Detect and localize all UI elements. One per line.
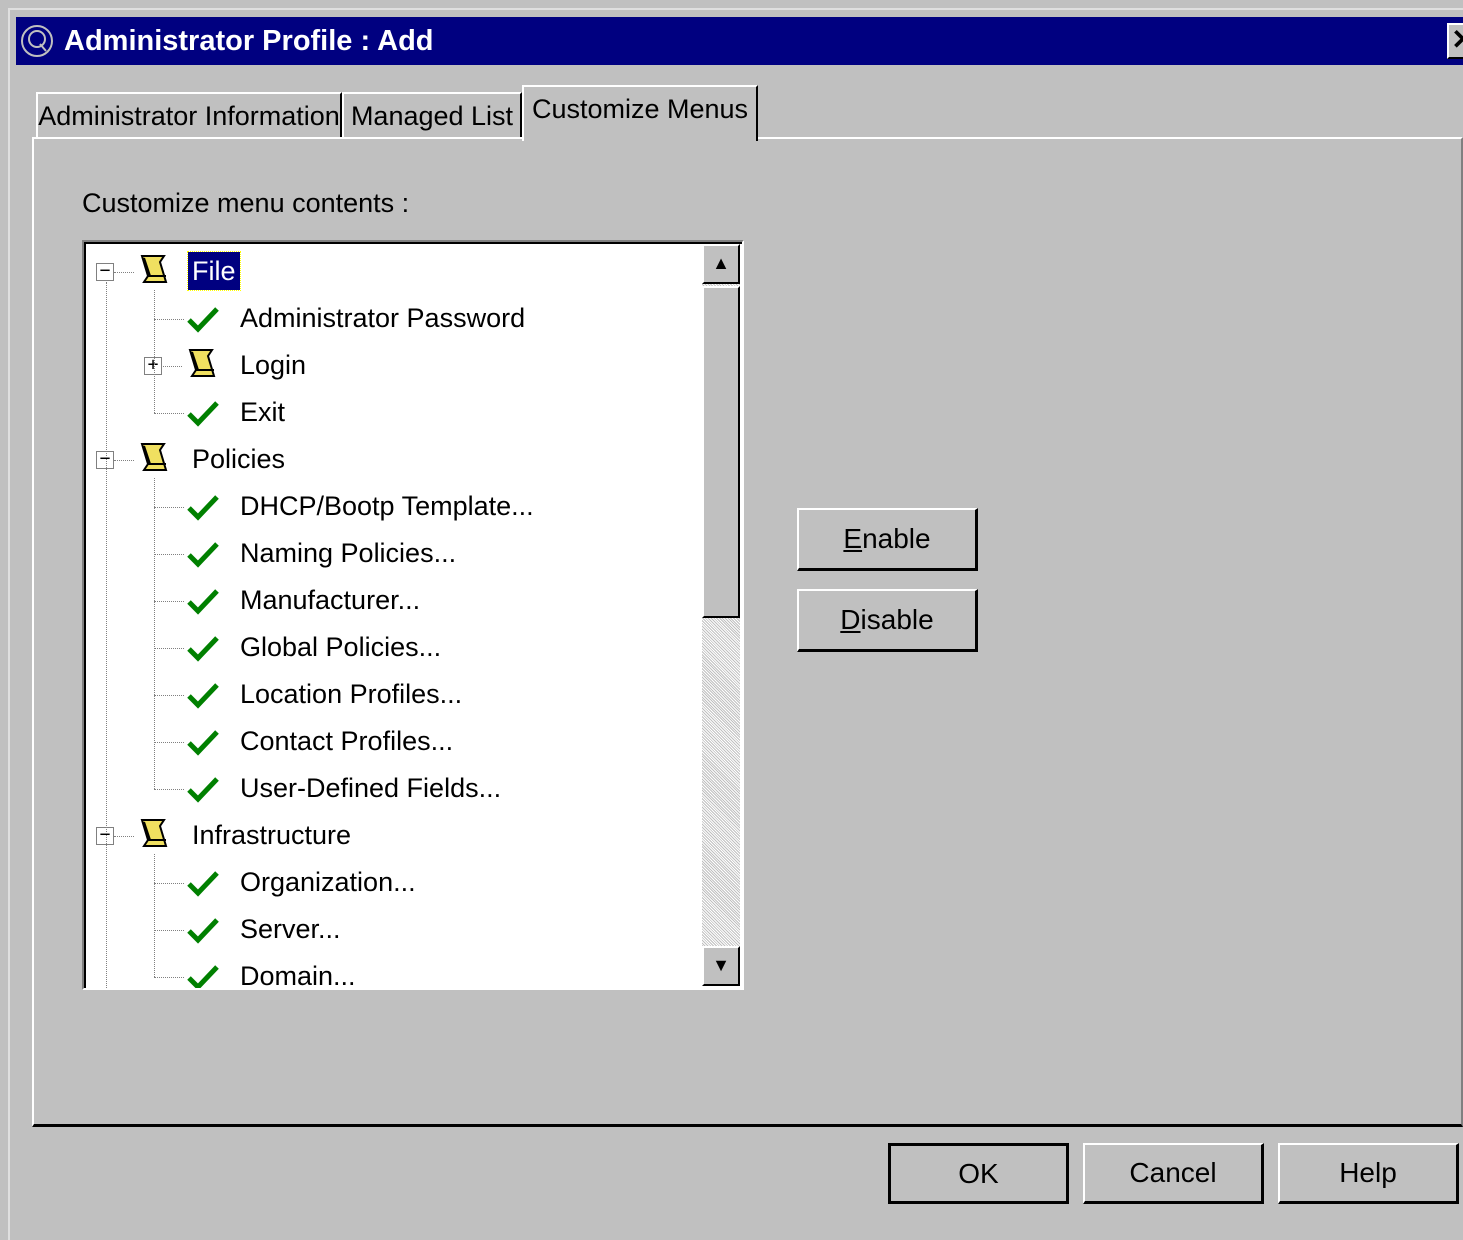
tree-connector bbox=[154, 930, 184, 931]
tree-connector bbox=[154, 319, 184, 320]
tree-node-label: File bbox=[187, 251, 241, 291]
tree-folder-node[interactable] bbox=[86, 250, 706, 297]
tree-node-label: Exit bbox=[240, 397, 286, 427]
disable-label: isable bbox=[860, 604, 934, 635]
scroll-thumb[interactable] bbox=[702, 286, 740, 618]
folder-scroll-icon bbox=[140, 819, 168, 847]
checkmark-icon bbox=[187, 589, 219, 615]
tree-connector bbox=[114, 836, 134, 837]
folder-scroll-icon bbox=[140, 443, 168, 471]
tree-folder-node[interactable] bbox=[86, 438, 706, 485]
tree-connector bbox=[154, 742, 184, 743]
tree-item-node[interactable] bbox=[86, 955, 706, 988]
tab-label: Administrator Information bbox=[38, 101, 340, 131]
tree-branch-connector bbox=[154, 478, 155, 789]
arrow-down-icon: ▼ bbox=[712, 955, 730, 975]
tree-node-label: Global Policies... bbox=[240, 632, 442, 662]
collapse-toggle[interactable]: − bbox=[96, 262, 114, 281]
tree-folder-node[interactable] bbox=[86, 814, 706, 861]
customize-menu-label: Customize menu contents : bbox=[82, 188, 410, 218]
cancel-label: Cancel bbox=[1129, 1157, 1217, 1188]
folder-scroll-icon bbox=[188, 349, 216, 377]
scroll-down-button[interactable]: ▼ bbox=[702, 946, 740, 986]
tab-managed-list[interactable]: Managed List bbox=[342, 92, 522, 138]
tab-customize-menus[interactable]: Customize Menus bbox=[522, 85, 758, 145]
checkmark-icon bbox=[187, 918, 219, 944]
title-bar[interactable]: Administrator Profile : Add ✕ bbox=[16, 17, 1463, 65]
tree-connector bbox=[154, 977, 184, 978]
checkmark-icon bbox=[187, 871, 219, 897]
expand-toggle[interactable]: + bbox=[144, 356, 162, 375]
tree-item-node[interactable] bbox=[86, 908, 706, 955]
disable-button[interactable]: Disable bbox=[797, 589, 978, 652]
help-label: Help bbox=[1339, 1157, 1397, 1188]
tree-connector bbox=[154, 648, 184, 649]
checkmark-icon bbox=[187, 683, 219, 709]
scroll-up-button[interactable]: ▲ bbox=[702, 244, 740, 284]
tree-folder-node[interactable] bbox=[86, 344, 706, 391]
tree-connector bbox=[114, 460, 134, 461]
checkmark-icon bbox=[187, 495, 219, 521]
checkmark-icon bbox=[187, 636, 219, 662]
tree-node-label: Server... bbox=[240, 914, 341, 944]
ok-label: OK bbox=[958, 1158, 999, 1189]
cancel-button[interactable]: Cancel bbox=[1083, 1143, 1264, 1204]
enable-label: nable bbox=[862, 523, 931, 554]
tab-administrator-information[interactable]: Administrator Information bbox=[36, 92, 342, 138]
tree-node-label: Manufacturer... bbox=[240, 585, 421, 615]
help-button[interactable]: Help bbox=[1278, 1143, 1459, 1204]
disable-mnemonic: D bbox=[840, 604, 861, 635]
tree-branch-connector bbox=[154, 854, 155, 977]
checkmark-icon bbox=[187, 730, 219, 756]
tree-content: − File Administrator Password + Login Exit − Po… bbox=[84, 242, 742, 988]
tree-node-label: Contact Profiles... bbox=[240, 726, 454, 756]
tree-connector bbox=[154, 413, 184, 414]
tree-node-label: Infrastructure bbox=[192, 820, 352, 850]
tree-connector bbox=[154, 554, 184, 555]
tree-connector bbox=[154, 601, 184, 602]
close-icon: ✕ bbox=[1451, 24, 1463, 55]
tree-connector bbox=[154, 507, 184, 508]
checkmark-icon bbox=[187, 965, 219, 988]
tree-node-label: User-Defined Fields... bbox=[240, 773, 502, 803]
ok-button[interactable]: OK bbox=[888, 1143, 1069, 1204]
tree-item-node[interactable] bbox=[86, 391, 706, 438]
tree-branch-connector bbox=[154, 290, 155, 413]
tree-node-label: Organization... bbox=[240, 867, 416, 897]
arrow-up-icon: ▲ bbox=[712, 253, 730, 273]
checkmark-icon bbox=[187, 307, 219, 333]
enable-button[interactable]: Enable bbox=[797, 508, 978, 571]
folder-scroll-icon bbox=[140, 255, 168, 283]
tree-node-label: Login bbox=[240, 350, 307, 380]
tree-node-label: Domain... bbox=[240, 961, 356, 988]
menu-tree-view[interactable]: − File Administrator Password + Login Exit − Po… bbox=[82, 240, 744, 990]
vertical-scrollbar[interactable]: ▲ ▼ bbox=[702, 244, 740, 986]
tree-connector bbox=[154, 695, 184, 696]
tree-node-label: Administrator Password bbox=[240, 303, 526, 333]
tree-connector bbox=[154, 883, 184, 884]
collapse-toggle[interactable]: − bbox=[96, 450, 114, 469]
tree-node-label: Policies bbox=[192, 444, 286, 474]
tree-node-label: DHCP/Bootp Template... bbox=[240, 491, 534, 521]
window-title: Administrator Profile : Add bbox=[64, 25, 434, 57]
checkmark-icon bbox=[187, 542, 219, 568]
tab-label: Customize Menus bbox=[531, 94, 749, 124]
tree-connector bbox=[154, 789, 184, 790]
enable-mnemonic: E bbox=[843, 523, 863, 554]
close-button[interactable]: ✕ bbox=[1447, 23, 1463, 59]
collapse-toggle[interactable]: − bbox=[96, 826, 114, 845]
tree-node-label: Location Profiles... bbox=[240, 679, 463, 709]
tree-connector bbox=[114, 272, 134, 273]
tab-label: Managed List bbox=[350, 101, 514, 131]
checkmark-icon bbox=[187, 777, 219, 803]
app-logo-icon bbox=[21, 25, 53, 57]
tree-node-label: Naming Policies... bbox=[240, 538, 457, 568]
tree-root-connector bbox=[106, 282, 107, 988]
checkmark-icon bbox=[187, 401, 219, 427]
